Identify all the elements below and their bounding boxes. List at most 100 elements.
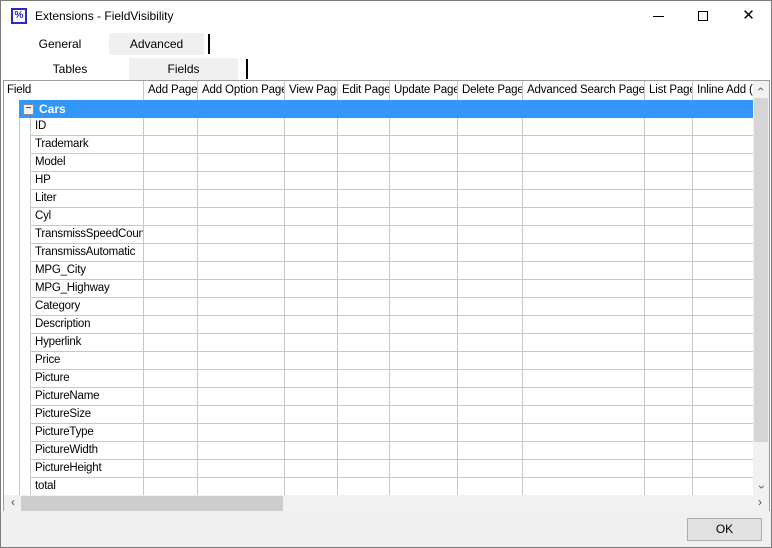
visibility-cell[interactable] [338, 406, 390, 424]
visibility-cell[interactable] [338, 478, 390, 495]
field-name-cell[interactable]: MPG_Highway [31, 280, 144, 298]
field-name-cell[interactable]: Hyperlink [31, 334, 144, 352]
visibility-cell[interactable] [523, 226, 645, 244]
visibility-cell[interactable] [645, 424, 693, 442]
visibility-cell[interactable] [645, 280, 693, 298]
visibility-cell[interactable] [338, 262, 390, 280]
field-name-cell[interactable]: PictureWidth [31, 442, 144, 460]
visibility-cell[interactable] [338, 154, 390, 172]
visibility-cell[interactable] [523, 460, 645, 478]
visibility-cell[interactable] [645, 442, 693, 460]
visibility-cell[interactable] [198, 424, 285, 442]
visibility-cell[interactable] [338, 172, 390, 190]
visibility-cell[interactable] [458, 280, 523, 298]
field-name-cell[interactable]: TransmissAutomatic [31, 244, 144, 262]
visibility-cell[interactable] [645, 208, 693, 226]
visibility-cell[interactable] [523, 334, 645, 352]
visibility-cell[interactable] [693, 208, 753, 226]
visibility-cell[interactable] [645, 298, 693, 316]
visibility-cell[interactable] [285, 280, 338, 298]
tab-advanced[interactable]: Advanced [109, 33, 204, 55]
visibility-cell[interactable] [458, 388, 523, 406]
visibility-cell[interactable] [390, 118, 458, 136]
visibility-cell[interactable] [390, 136, 458, 154]
visibility-cell[interactable] [645, 352, 693, 370]
visibility-cell[interactable] [645, 118, 693, 136]
visibility-cell[interactable] [285, 172, 338, 190]
visibility-cell[interactable] [645, 190, 693, 208]
visibility-cell[interactable] [645, 460, 693, 478]
visibility-cell[interactable] [390, 298, 458, 316]
visibility-cell[interactable] [144, 388, 198, 406]
visibility-cell[interactable] [458, 334, 523, 352]
tab-general[interactable]: General [11, 33, 109, 55]
visibility-cell[interactable] [198, 154, 285, 172]
visibility-cell[interactable] [523, 352, 645, 370]
visibility-cell[interactable] [458, 406, 523, 424]
field-name-cell[interactable]: PictureSize [31, 406, 144, 424]
column-header-delete-page[interactable]: Delete Page [458, 81, 523, 100]
visibility-cell[interactable] [645, 316, 693, 334]
visibility-cell[interactable] [338, 190, 390, 208]
field-name-cell[interactable]: PictureType [31, 424, 144, 442]
visibility-cell[interactable] [693, 478, 753, 495]
visibility-cell[interactable] [390, 172, 458, 190]
visibility-cell[interactable] [285, 190, 338, 208]
visibility-cell[interactable] [144, 262, 198, 280]
visibility-cell[interactable] [144, 280, 198, 298]
visibility-cell[interactable] [198, 280, 285, 298]
visibility-cell[interactable] [198, 406, 285, 424]
field-name-cell[interactable]: ID [31, 118, 144, 136]
visibility-cell[interactable] [338, 424, 390, 442]
column-header-view-page[interactable]: View Page [285, 81, 338, 100]
visibility-cell[interactable] [390, 460, 458, 478]
visibility-cell[interactable] [144, 478, 198, 495]
visibility-cell[interactable] [285, 406, 338, 424]
visibility-cell[interactable] [144, 370, 198, 388]
visibility-cell[interactable] [523, 298, 645, 316]
visibility-cell[interactable] [523, 280, 645, 298]
visibility-cell[interactable] [390, 442, 458, 460]
collapse-icon[interactable]: − [23, 104, 34, 115]
visibility-cell[interactable] [693, 262, 753, 280]
visibility-cell[interactable] [458, 460, 523, 478]
column-header-add-page[interactable]: Add Page [144, 81, 198, 100]
visibility-cell[interactable] [458, 478, 523, 495]
visibility-cell[interactable] [285, 460, 338, 478]
tab-tables[interactable]: Tables [11, 58, 129, 80]
visibility-cell[interactable] [390, 208, 458, 226]
column-header-advanced-search-page[interactable]: Advanced Search Page [523, 81, 645, 100]
visibility-cell[interactable] [338, 244, 390, 262]
column-header-inline-add-li[interactable]: Inline Add (Li [693, 81, 753, 100]
visibility-cell[interactable] [645, 262, 693, 280]
visibility-cell[interactable] [198, 442, 285, 460]
visibility-cell[interactable] [144, 406, 198, 424]
visibility-cell[interactable] [144, 334, 198, 352]
visibility-cell[interactable] [693, 280, 753, 298]
vertical-scroll-thumb[interactable] [754, 98, 768, 442]
visibility-cell[interactable] [144, 118, 198, 136]
visibility-cell[interactable] [523, 370, 645, 388]
visibility-cell[interactable] [144, 154, 198, 172]
visibility-cell[interactable] [285, 208, 338, 226]
field-name-cell[interactable]: Price [31, 352, 144, 370]
visibility-cell[interactable] [458, 244, 523, 262]
visibility-cell[interactable] [458, 190, 523, 208]
visibility-cell[interactable] [693, 460, 753, 478]
visibility-cell[interactable] [390, 334, 458, 352]
visibility-cell[interactable] [645, 172, 693, 190]
visibility-cell[interactable] [390, 406, 458, 424]
visibility-cell[interactable] [523, 118, 645, 136]
maximize-button[interactable] [681, 1, 726, 31]
field-name-cell[interactable]: total [31, 478, 144, 495]
visibility-cell[interactable] [285, 370, 338, 388]
visibility-cell[interactable] [338, 388, 390, 406]
visibility-cell[interactable] [458, 136, 523, 154]
visibility-cell[interactable] [390, 154, 458, 172]
visibility-cell[interactable] [198, 190, 285, 208]
ok-button[interactable]: OK [687, 518, 762, 541]
visibility-cell[interactable] [285, 442, 338, 460]
visibility-cell[interactable] [693, 442, 753, 460]
field-name-cell[interactable]: TransmissSpeedCount [31, 226, 144, 244]
visibility-cell[interactable] [285, 136, 338, 154]
